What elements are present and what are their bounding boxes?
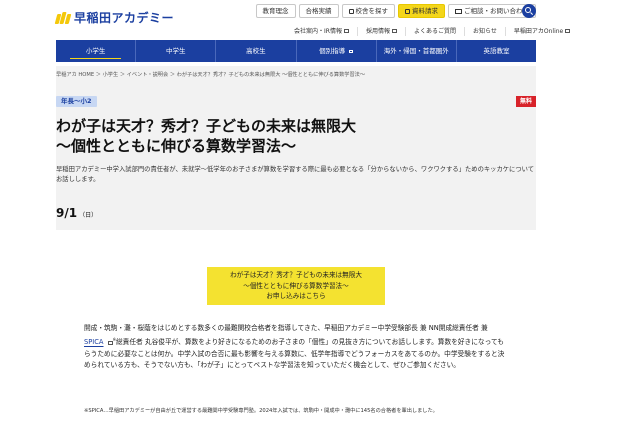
event-description: 早稲田アカデミー中学入試部門の責任者が、未就学〜低学年のお子さまが算数を学習する… [56, 166, 535, 183]
event-date-value: 9/1 [56, 206, 78, 220]
event-weekday: （日） [79, 212, 98, 219]
logo-text: 早稲田アカデミー [74, 11, 175, 25]
grade-tag: 年長〜小2 [56, 96, 97, 107]
external-link-icon [391, 29, 397, 33]
event-date: 9/1 （日） [56, 206, 97, 220]
logo-mark-icon [54, 11, 72, 24]
sub-link-company-label: 会社案内・IR情報 [294, 28, 342, 35]
top-link-brochure-label: 資料請求 [412, 6, 438, 15]
top-links: 教育理念 合格実績 校舎を探す 資料請求 ご相談・お問い合わせ [255, 4, 536, 18]
spica-link[interactable]: SPICA [84, 339, 104, 347]
school-icon [348, 8, 354, 14]
mail-icon [455, 8, 462, 14]
sub-link-company[interactable]: 会社案内・IR情報 [286, 27, 357, 36]
event-body-part2: 総責任者 丸谷俊平が、算数をより好きになるためのお子さまの「個性」の見抜き方につ… [84, 338, 505, 370]
top-link-results[interactable]: 合格実績 [298, 4, 339, 18]
nav-item-individual[interactable]: 個別指導 [297, 40, 377, 62]
page-title: わが子は天才？秀才？子どもの未来は無限大 〜個性とともに伸びる算数学習法〜 [56, 116, 526, 156]
free-badge: 無料 [515, 96, 536, 107]
page-title-line2: 〜個性とともに伸びる算数学習法〜 [56, 137, 297, 155]
site-logo[interactable]: 早稲田アカデミー [54, 9, 175, 26]
search-button[interactable] [522, 4, 536, 18]
nav-item-high-school[interactable]: 高校生 [216, 40, 297, 62]
event-body-part1: 開成・筑駒・灘・桜蔭をはじめとする数多くの最難関校合格者を指導してきた、早稲田ア… [84, 324, 488, 332]
apply-button-line3: お申し込みはこちら [266, 292, 326, 300]
sub-links: 会社案内・IR情報 採用情報 よくあるご質問 お知らせ 早稲田アカOnline [286, 27, 578, 36]
top-link-philosophy[interactable]: 教育理念 [255, 4, 296, 18]
nav-item-overseas[interactable]: 海外・帰国・首都圏外 [377, 40, 457, 62]
external-link-icon [343, 29, 349, 33]
footnote: ※SPICA…早稲田アカデミーが自由が丘で運営する最難関中学受験専門塾。2024… [84, 408, 438, 414]
apply-button[interactable]: わが子は天才？秀才？子どもの未来は無限大 〜個性とともに伸びる算数学習法〜 お申… [207, 267, 385, 305]
top-link-find-school-label: 校舎を探す [355, 6, 389, 15]
sub-link-faq[interactable]: よくあるご質問 [404, 27, 464, 36]
page-title-line1: わが子は天才？秀才？子どもの未来は無限大 [56, 117, 357, 135]
search-icon [525, 7, 531, 13]
top-link-brochure[interactable]: 資料請求 [398, 4, 445, 18]
nav-item-individual-label: 個別指導 [319, 47, 346, 55]
breadcrumb: 早稲アカ HOME ＞ 小学生 ＞ イベント・説明会 ＞ わが子は天才？秀才？子… [56, 72, 366, 78]
sub-link-recruit-label: 採用情報 [365, 28, 390, 35]
main-nav: 小学生 中学生 高校生 個別指導 海外・帰国・首都圏外 英語教室 [56, 40, 536, 62]
external-link-icon [349, 49, 354, 53]
sub-link-news[interactable]: お知らせ [463, 27, 505, 36]
top-link-contact-label: ご相談・お問い合わせ [464, 6, 529, 15]
nav-item-elementary[interactable]: 小学生 [56, 40, 137, 62]
event-body: 開成・筑駒・灘・桜蔭をはじめとする数多くの最難関校合格者を指導してきた、早稲田ア… [84, 323, 509, 371]
top-link-find-school[interactable]: 校舎を探す [341, 4, 395, 18]
document-icon [405, 8, 410, 14]
nav-item-english[interactable]: 英語教室 [457, 40, 536, 62]
sub-link-online-label: 早稲田アカOnline [513, 28, 564, 35]
event-hero: 早稲アカ HOME ＞ 小学生 ＞ イベント・説明会 ＞ わが子は天才？秀才？子… [56, 66, 536, 230]
sub-link-recruit[interactable]: 採用情報 [356, 27, 405, 36]
apply-button-line1: わが子は天才？秀才？子どもの未来は無限大 [230, 271, 362, 279]
external-link-icon [565, 29, 571, 33]
sub-link-online[interactable]: 早稲田アカOnline [504, 27, 578, 36]
nav-item-junior-high[interactable]: 中学生 [136, 40, 217, 62]
apply-button-line2: 〜個性とともに伸びる算数学習法〜 [243, 281, 349, 290]
